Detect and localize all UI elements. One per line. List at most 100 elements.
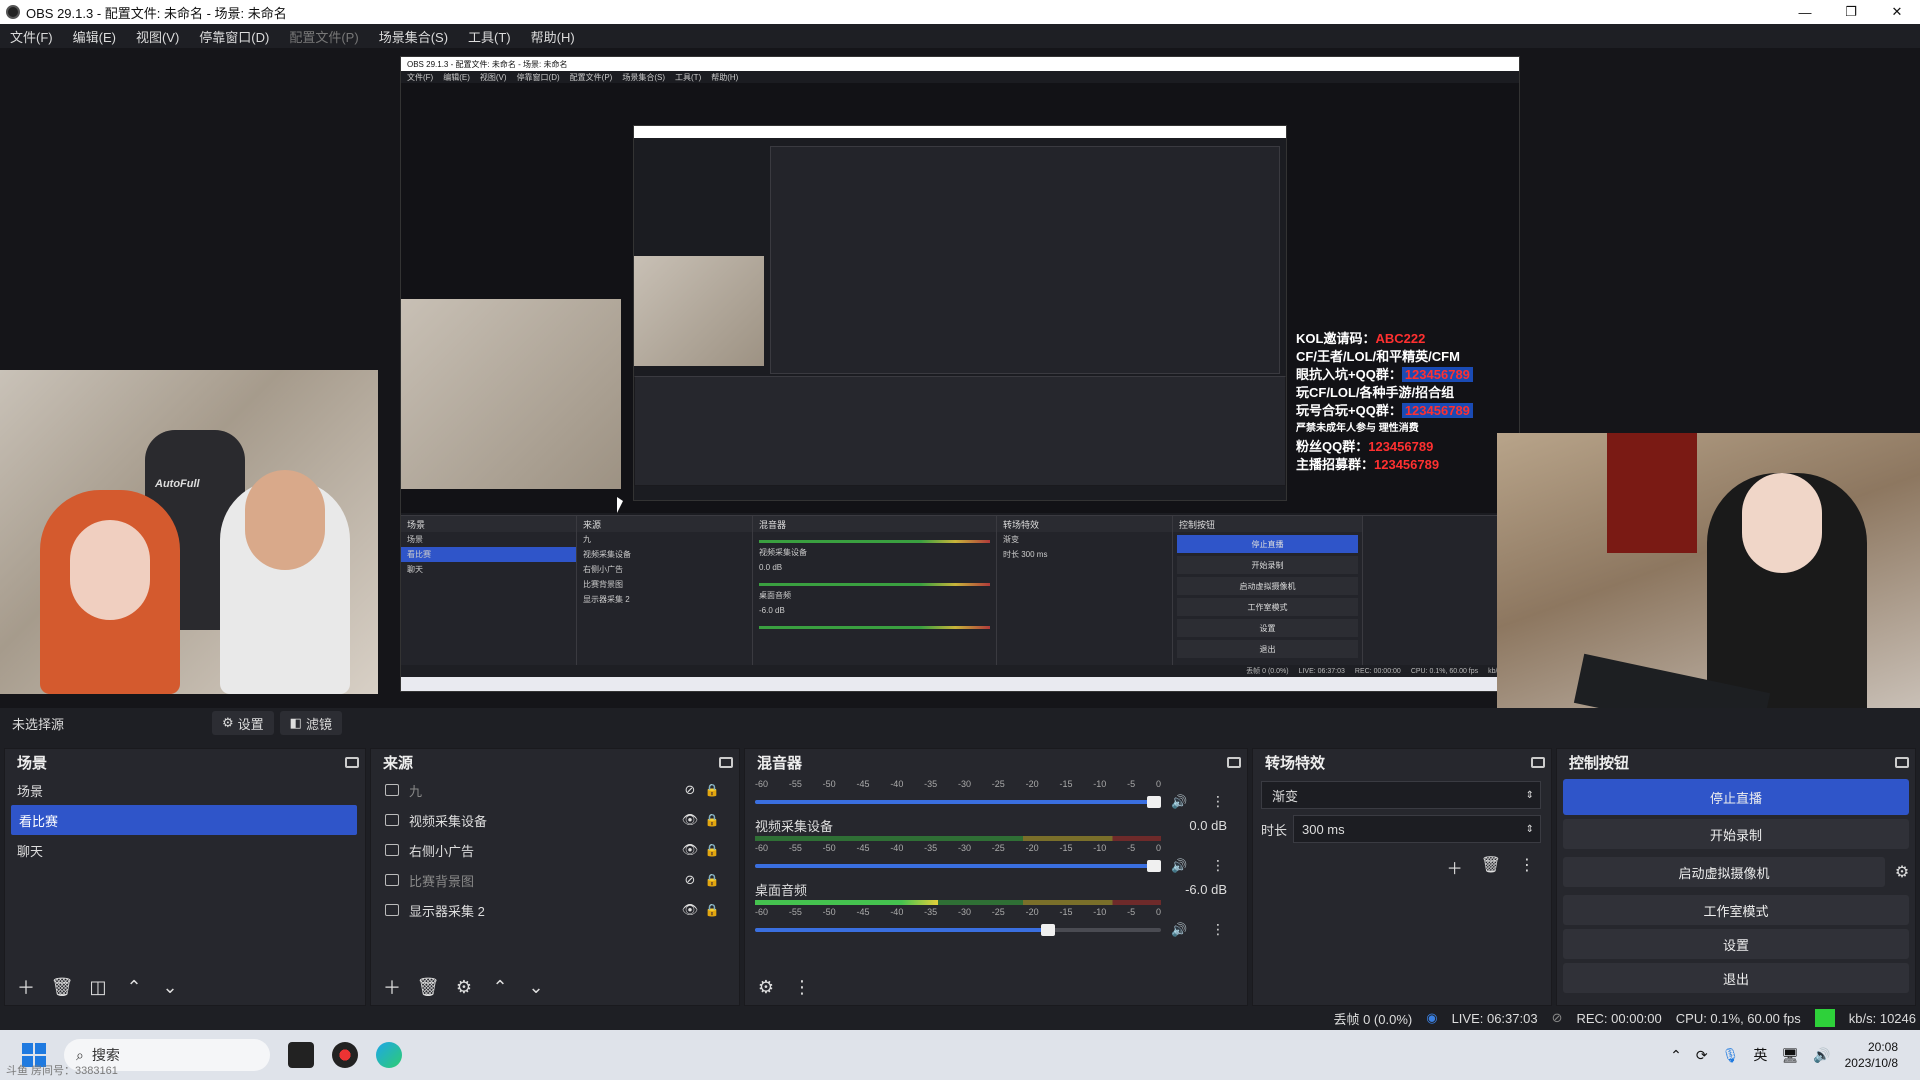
person-right-face (245, 470, 325, 570)
clock[interactable]: 20:08 2023/10/8 (1845, 1039, 1898, 1071)
stop-streaming-button[interactable]: 停止直播 (1563, 779, 1909, 815)
promo-line: 主播招募群：123456789 (1296, 456, 1526, 474)
move-source-down-button[interactable]: ⌄ (525, 976, 547, 998)
tick-label: -45 (856, 779, 870, 789)
preview-canvas[interactable]: AutoFull OBS 29.1.3 - 配置文件: 未命名 - 场景: 未命… (0, 48, 1920, 708)
volume-slider[interactable] (755, 923, 1161, 936)
nested-duration-label: 时长 (1003, 550, 1019, 559)
source-item[interactable]: 比赛背景图 ⊘ 🔒 (371, 865, 739, 895)
remove-transition-button[interactable]: 🗑 (1481, 855, 1501, 879)
close-button[interactable]: ✕ (1874, 0, 1920, 24)
menu-view[interactable]: 视图(V) (126, 27, 189, 46)
nested-transition-select: 渐变 (1003, 535, 1019, 544)
undock-icon[interactable] (1895, 756, 1909, 768)
undock-icon[interactable] (719, 756, 733, 768)
nested-track-name: 视频采集设备 (759, 548, 807, 557)
add-scene-button[interactable]: ＋ (15, 976, 37, 998)
eye-icon[interactable]: 👁 (679, 902, 701, 918)
menu-help[interactable]: 帮助(H) (521, 27, 585, 46)
scene-filters-button[interactable]: ◫ (87, 976, 109, 998)
tick-label: -20 (1025, 907, 1039, 917)
promo-line: 玩号合玩+QQ群： 123456789 (1296, 402, 1526, 420)
source-item[interactable]: 右侧小广告 👁 🔒 (371, 835, 739, 865)
eye-icon[interactable]: 👁 (679, 812, 701, 828)
eye-hidden-icon[interactable]: ⊘ (679, 782, 701, 798)
volume-icon[interactable]: 🔊 (1813, 1047, 1830, 1064)
move-scene-up-button[interactable]: ⌃ (123, 976, 145, 998)
maximize-button[interactable]: ❐ (1828, 0, 1874, 24)
tray-chevron-icon[interactable]: ⌃ (1670, 1047, 1682, 1064)
scene-item[interactable]: 聊天 (5, 835, 365, 865)
volume-slider[interactable] (755, 795, 1161, 808)
add-source-button[interactable]: ＋ (381, 976, 403, 998)
rec-time: REC: 00:00:00 (1576, 1010, 1662, 1026)
undock-icon[interactable] (1531, 756, 1545, 768)
virtual-camera-gear-icon[interactable]: ⚙ (1889, 862, 1915, 882)
ime-indicator[interactable]: 英 (1753, 1045, 1767, 1065)
duration-spinbox[interactable]: 300 ms ⇕ (1293, 815, 1541, 843)
mixer-header: 混音器 (745, 749, 1247, 775)
move-scene-down-button[interactable]: ⌄ (159, 976, 181, 998)
menu-file[interactable]: 文件(F) (0, 27, 63, 46)
undock-icon[interactable] (345, 756, 359, 768)
remove-source-button[interactable]: 🗑 (417, 976, 440, 998)
tick-label: -5 (1127, 779, 1136, 789)
menu-docks[interactable]: 停靠窗口(D) (189, 27, 279, 46)
network-icon[interactable]: 🖥 (1781, 1047, 1799, 1064)
source-properties-button[interactable]: ⚙ (453, 976, 475, 998)
transition-select[interactable]: 渐变 ⇕ (1261, 781, 1541, 809)
volume-fill (755, 799, 1161, 804)
start-virtual-camera-button[interactable]: 启动虚拟摄像机 (1563, 857, 1885, 887)
settings-button[interactable]: 设置 (1563, 929, 1909, 959)
track-menu-icon[interactable]: ⋮ (1211, 921, 1225, 938)
source-item[interactable]: 九 ⊘ 🔒 (371, 775, 739, 805)
scene-item-selected[interactable]: 看比赛 (11, 805, 357, 835)
volume-slider[interactable] (755, 859, 1161, 872)
lock-icon[interactable]: 🔒 (701, 783, 723, 797)
eye-icon[interactable]: 👁 (679, 842, 701, 858)
menu-edit[interactable]: 编辑(E) (63, 27, 126, 46)
exit-button[interactable]: 退出 (1563, 963, 1909, 993)
scene-item[interactable]: 场景 (5, 775, 365, 805)
lock-icon[interactable]: 🔒 (701, 843, 723, 857)
volume-knob[interactable] (1147, 795, 1161, 808)
promo-text: 主播招募群： (1296, 457, 1375, 472)
advanced-audio-button[interactable]: ⚙ (755, 976, 777, 998)
edge-browser-icon[interactable] (376, 1042, 402, 1068)
microphone-icon[interactable]: 🎙 (1722, 1047, 1740, 1064)
track-menu-icon[interactable]: ⋮ (1211, 793, 1225, 810)
lock-icon[interactable]: 🔒 (701, 873, 723, 887)
source-filters-button[interactable]: ◧ 滤镜 (279, 711, 342, 735)
speaker-icon[interactable]: 🔊 (1171, 858, 1189, 874)
source-item[interactable]: 视频采集设备 👁 🔒 (371, 805, 739, 835)
menu-profile[interactable]: 配置文件(P) (279, 27, 368, 46)
speaker-icon[interactable]: 🔊 (1171, 922, 1189, 938)
menu-tools[interactable]: 工具(T) (458, 27, 521, 46)
obs-taskbar-icon[interactable] (332, 1042, 358, 1068)
sync-icon[interactable]: ⟳ (1696, 1047, 1708, 1064)
sources-dock: 来源 九 ⊘ 🔒 视频采集设备 👁 🔒 右侧小广告 👁 🔒 比赛背景图 ⊘ 🔒 (370, 748, 740, 1006)
volume-knob[interactable] (1041, 923, 1056, 936)
task-view-icon[interactable] (288, 1042, 314, 1068)
add-transition-button[interactable]: ＋ (1447, 855, 1463, 879)
remove-scene-button[interactable]: 🗑 (51, 976, 74, 998)
eye-hidden-icon[interactable]: ⊘ (679, 872, 701, 888)
source-item[interactable]: 显示器采集 2 👁 🔒 (371, 895, 739, 925)
source-settings-button[interactable]: ⚙ 设置 (212, 711, 274, 735)
spin-arrows-icon[interactable]: ⇕ (1526, 824, 1534, 835)
minimize-button[interactable]: — (1782, 0, 1828, 24)
menu-scene-collection[interactable]: 场景集合(S) (369, 27, 458, 46)
track-menu-icon[interactable]: ⋮ (1211, 857, 1225, 874)
volume-knob[interactable] (1147, 859, 1161, 872)
move-source-up-button[interactable]: ⌃ (489, 976, 511, 998)
start-recording-button[interactable]: 开始录制 (1563, 819, 1909, 849)
sources-toolbar: ＋ 🗑 ⚙ ⌃ ⌄ (371, 969, 739, 1005)
mixer-menu-icon[interactable]: ⋮ (791, 976, 813, 998)
lock-icon[interactable]: 🔒 (701, 813, 723, 827)
transition-menu-icon[interactable]: ⋮ (1519, 855, 1535, 879)
studio-mode-button[interactable]: 工作室模式 (1563, 895, 1909, 925)
image-source-icon (385, 844, 399, 856)
undock-icon[interactable] (1227, 756, 1241, 768)
lock-icon[interactable]: 🔒 (701, 903, 723, 917)
speaker-icon[interactable]: 🔊 (1171, 794, 1189, 810)
